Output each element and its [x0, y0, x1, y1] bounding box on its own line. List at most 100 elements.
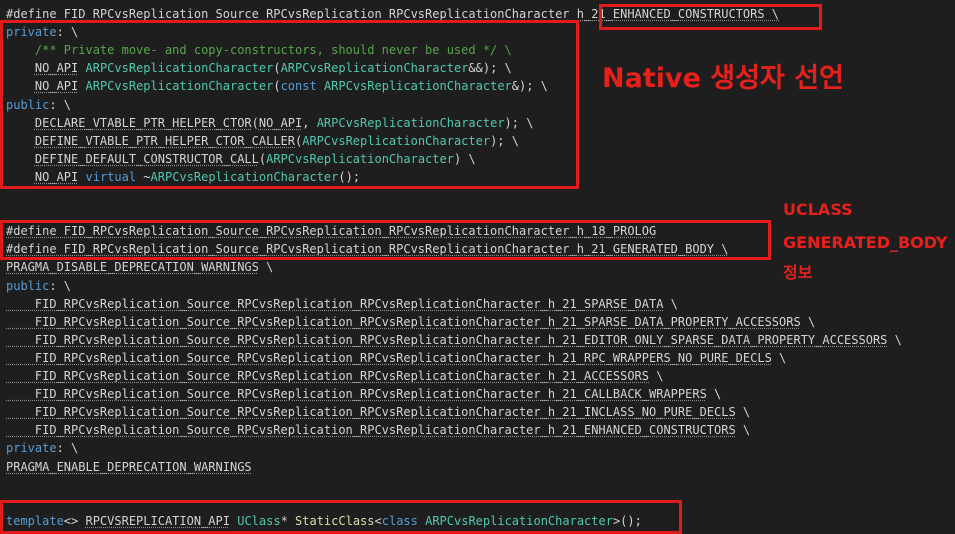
code-token: >(); [612, 513, 642, 528]
code-token: ~ [136, 169, 151, 184]
code-token: private [6, 441, 57, 456]
uclass-annotation-line-2: GENERATED_BODY [783, 233, 948, 252]
code-token: FID_RPCvsReplication_Source_RPCvsReplica… [6, 296, 664, 311]
code-token: \ [771, 350, 787, 365]
code-token: \ [706, 387, 722, 402]
code-token: &); \ [511, 79, 548, 94]
code-line[interactable]: FID_RPCvsReplication_Source_RPCvsReplica… [6, 421, 750, 439]
code-token: ( [273, 79, 281, 94]
code-token: < [374, 513, 382, 528]
code-token: DECLARE_VTABLE_PTR_HELPER_CTOR [34, 115, 252, 130]
code-line[interactable]: private: \ [6, 23, 78, 41]
code-token: ) \ [453, 151, 476, 166]
code-token: RPCVSREPLICATION_API [85, 513, 230, 528]
code-token: ARPCvsReplicationCharacter [425, 513, 613, 528]
code-line[interactable]: FID_RPCvsReplication_Source_RPCvsReplica… [6, 349, 786, 367]
code-token: private [6, 25, 57, 40]
code-token: PRAGMA_DISABLE_DEPRECATION_WARNINGS [6, 260, 259, 275]
code-line[interactable]: #define FID_RPCvsReplication_Source_RPCv… [6, 5, 779, 23]
code-token: virtual [85, 169, 137, 184]
code-token: StaticClass [295, 513, 375, 528]
code-token: \ [258, 260, 274, 275]
native-constructor-annotation: Native 생성자 선언 [602, 63, 844, 94]
code-line[interactable]: FID_RPCvsReplication_Source_RPCvsReplica… [6, 331, 902, 349]
code-line[interactable]: #define FID_RPCvsReplication_Source_RPCv… [6, 240, 728, 258]
code-line[interactable]: FID_RPCvsReplication_Source_RPCvsReplica… [6, 385, 721, 403]
code-line[interactable]: DEFINE_DEFAULT_CONSTRUCTOR_CALL(ARPCvsRe… [6, 150, 476, 168]
code-token: , [302, 115, 317, 130]
code-token: DEFINE_DEFAULT_CONSTRUCTOR_CALL [34, 151, 259, 166]
code-token: public [6, 278, 50, 293]
code-line[interactable]: FID_RPCvsReplication_Source_RPCvsReplica… [6, 313, 815, 331]
code-token: NO_API [34, 169, 79, 184]
code-token: \ [800, 314, 816, 329]
code-line[interactable]: NO_API ARPCvsReplicationCharacter(const … [6, 77, 548, 95]
code-token: ARPCvsReplicationCharacter [302, 133, 491, 148]
code-token: template [6, 513, 64, 528]
code-token: (); [338, 169, 361, 184]
code-token: FID_RPCvsReplication_Source_RPCvsReplica… [6, 423, 736, 438]
code-token: NO_API [258, 115, 303, 130]
code-line[interactable]: /** Private move- and copy-constructors,… [6, 41, 512, 59]
uclass-annotation-line-3: 정보 [783, 263, 813, 282]
code-token: NO_API [34, 79, 79, 94]
code-token: \ [735, 423, 751, 438]
code-token: ); \ [504, 115, 534, 130]
code-token: FID_RPCvsReplication_Source_RPCvsReplica… [6, 350, 772, 365]
code-token: #define FID_RPCvsReplication_Source_RPCv… [6, 224, 657, 239]
code-token: DEFINE_VTABLE_PTR_HELPER_CTOR_CALLER [34, 133, 295, 148]
code-token: : \ [56, 441, 79, 456]
code-token: FID_RPCvsReplication_Source_RPCvsReplica… [6, 314, 801, 329]
code-token: ARPCvsReplicationCharacter [150, 169, 339, 184]
code-token: ARPCvsReplicationCharacter [85, 79, 274, 94]
code-line[interactable]: PRAGMA_DISABLE_DEPRECATION_WARNINGS \ [6, 258, 273, 276]
code-token: FID_RPCvsReplication_Source_RPCvsReplica… [6, 405, 736, 420]
code-token: NO_API [34, 61, 79, 76]
code-token: ARPCvsReplicationCharacter [316, 115, 505, 130]
code-token: class [381, 513, 418, 528]
code-line[interactable]: public: \ [6, 96, 71, 114]
code-line[interactable]: FID_RPCvsReplication_Source_RPCvsReplica… [6, 295, 678, 313]
code-line[interactable]: #define FID_RPCvsReplication_Source_RPCv… [6, 222, 656, 240]
code-token: FID_RPCvsReplication_Source_RPCvsReplica… [6, 369, 649, 383]
code-token: FID_RPCvsReplication_Source_RPCvsReplica… [6, 332, 888, 347]
code-token: ( [273, 61, 281, 76]
code-token: public [6, 97, 50, 112]
code-line[interactable]: PRAGMA_ENABLE_DEPRECATION_WARNINGS [6, 458, 252, 476]
code-line[interactable]: DEFINE_VTABLE_PTR_HELPER_CTOR_CALLER(ARP… [6, 132, 519, 150]
code-token: ARPCvsReplicationCharacter [85, 61, 274, 76]
code-line[interactable]: NO_API virtual ~ARPCvsReplicationCharact… [6, 168, 360, 186]
code-line[interactable]: NO_API ARPCvsReplicationCharacter(ARPCvs… [6, 59, 512, 77]
code-token: \ [649, 369, 664, 383]
code-token: FID_RPCvsReplication_Source_RPCvsReplica… [6, 387, 707, 402]
code-token: &&); \ [468, 61, 512, 76]
code-token: \ [887, 332, 902, 347]
code-line[interactable]: template<> RPCVSREPLICATION_API UClass* … [6, 512, 642, 530]
code-token: \ [663, 296, 678, 311]
code-token: : \ [49, 278, 72, 293]
uclass-annotation-line-1: UCLASS [783, 200, 853, 219]
code-token: const [280, 79, 317, 94]
code-token: * [280, 513, 296, 528]
code-token: ARPCvsReplicationCharacter [266, 151, 454, 166]
code-token: \ [735, 405, 751, 420]
code-token: ( [251, 115, 259, 130]
code-line[interactable]: public: \ [6, 277, 71, 295]
code-line[interactable]: private: \ [6, 439, 78, 457]
code-line[interactable]: FID_RPCvsReplication_Source_RPCvsReplica… [6, 403, 750, 421]
code-line[interactable]: DECLARE_VTABLE_PTR_HELPER_CTOR(NO_API, A… [6, 114, 534, 132]
code-line[interactable]: FID_RPCvsReplication_Source_RPCvsReplica… [6, 367, 664, 385]
code-token: <> [63, 513, 86, 528]
code-token: /** Private move- and copy-constructors,… [6, 43, 512, 58]
code-token: : \ [49, 97, 72, 112]
code-token: ARPCvsReplicationCharacter [280, 61, 469, 76]
code-token: #define FID_RPCvsReplication_Source_RPCv… [6, 242, 729, 257]
code-token: #define FID_RPCvsReplication_Source_RPCv… [6, 7, 780, 21]
code-token: : \ [56, 25, 79, 40]
